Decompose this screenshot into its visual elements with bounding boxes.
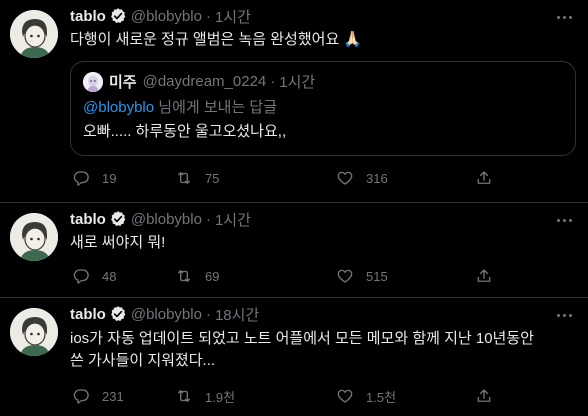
more-icon[interactable] xyxy=(552,10,576,24)
separator-dot: · xyxy=(205,305,211,323)
share-button[interactable] xyxy=(475,386,493,406)
tweet-header: tablo @blobyblo · 1시간 xyxy=(70,209,251,229)
author-name[interactable]: tablo xyxy=(70,211,106,228)
like-count: 515 xyxy=(366,268,388,284)
avatar[interactable] xyxy=(10,10,58,58)
author-handle[interactable]: @blobyblo xyxy=(131,8,202,25)
separator-dot: · xyxy=(270,73,276,90)
like-button[interactable]: 515 xyxy=(336,266,388,286)
quote-avatar xyxy=(83,71,103,92)
retweet-count: 69 xyxy=(205,268,220,284)
retweet-icon xyxy=(178,390,190,402)
reply-button[interactable]: 19 xyxy=(72,168,116,188)
author-name[interactable]: tablo xyxy=(70,8,106,25)
action-bar: 19 75 316 xyxy=(70,168,500,188)
heart-icon xyxy=(337,389,353,403)
tweet-text-line: 쓴 가사들이 지워졌다... xyxy=(70,352,216,369)
tweet-text: 새로 써야지 뭐! xyxy=(70,234,166,251)
retweet-button[interactable]: 69 xyxy=(175,266,219,286)
retweet-button[interactable]: 75 xyxy=(175,168,219,188)
reply-icon xyxy=(73,389,89,404)
share-icon xyxy=(477,389,491,402)
tweet-text: ios가 자동 업데이트 되었고 노트 어플에서 모든 메모와 함께 지난 10… xyxy=(70,328,575,372)
verified-badge-icon xyxy=(110,8,126,23)
verified-badge-icon xyxy=(110,306,126,321)
mention-link[interactable]: @blobyblo xyxy=(83,99,154,116)
heart-icon xyxy=(337,269,353,283)
share-icon xyxy=(477,171,491,184)
quoted-tweet[interactable]: 미주 @daydream_0224 · 1시간 @blobyblo 님에게 보내… xyxy=(70,61,576,156)
quote-text: 오빠..... 하루동안 울고오셨나요,, xyxy=(83,123,287,140)
reply-button[interactable]: 231 xyxy=(72,386,124,406)
retweet-count: 1.9천 xyxy=(205,389,236,405)
tweet-header: tablo @blobyblo · 1시간 xyxy=(70,6,251,26)
timestamp[interactable]: 1시간 xyxy=(215,6,251,27)
tweet-header: tablo @blobyblo · 18시간 xyxy=(70,304,259,324)
retweet-button[interactable]: 1.9천 xyxy=(175,386,235,406)
tweet[interactable]: tablo @blobyblo · 1시간 다행이 새로운 정규 앨범은 녹음 … xyxy=(0,0,588,203)
tweet[interactable]: tablo @blobyblo · 1시간 새로 써야지 뭐! 48 69 51… xyxy=(0,203,588,298)
share-button[interactable] xyxy=(475,266,493,286)
quote-header: 미주 @daydream_0224 · 1시간 xyxy=(83,71,315,92)
tweet[interactable]: tablo @blobyblo · 18시간 ios가 자동 업데이트 되었고 … xyxy=(0,298,588,416)
share-button[interactable] xyxy=(475,168,493,188)
heart-icon xyxy=(337,171,353,185)
more-icon[interactable] xyxy=(552,308,576,322)
like-button[interactable]: 316 xyxy=(336,168,388,188)
action-bar: 48 69 515 xyxy=(70,266,500,286)
reply-count: 231 xyxy=(102,388,124,404)
reply-icon xyxy=(73,171,89,186)
more-icon[interactable] xyxy=(552,213,576,227)
quote-author-name: 미주 xyxy=(109,74,137,91)
timestamp[interactable]: 1시간 xyxy=(215,209,251,230)
retweet-count: 75 xyxy=(205,170,220,186)
reply-context: @blobyblo 님에게 보내는 답글 xyxy=(83,96,277,117)
reply-icon xyxy=(73,269,89,284)
author-handle[interactable]: @blobyblo xyxy=(131,211,202,228)
tweet-text: 다행이 새로운 정규 앨범은 녹음 완성했어요 🙏🏻 xyxy=(70,31,363,48)
like-count: 1.5천 xyxy=(366,389,397,405)
action-bar: 231 1.9천 1.5천 xyxy=(70,386,500,406)
reply-count: 19 xyxy=(102,170,117,186)
author-name[interactable]: tablo xyxy=(70,306,106,323)
quote-timestamp: 1시간 xyxy=(279,74,316,91)
author-handle[interactable]: @blobyblo xyxy=(131,306,202,323)
like-count: 316 xyxy=(366,170,388,186)
timestamp[interactable]: 18시간 xyxy=(215,304,259,325)
separator-dot: · xyxy=(205,210,211,228)
reply-context-label: 님에게 보내는 답글 xyxy=(154,99,278,116)
like-button[interactable]: 1.5천 xyxy=(336,386,396,406)
retweet-icon xyxy=(178,172,190,184)
share-icon xyxy=(477,269,491,282)
verified-badge-icon xyxy=(110,211,126,226)
retweet-icon xyxy=(178,270,190,282)
separator-dot: · xyxy=(205,7,211,25)
reply-count: 48 xyxy=(102,268,117,284)
reply-button[interactable]: 48 xyxy=(72,266,116,286)
avatar[interactable] xyxy=(10,308,58,356)
quote-author-handle: @daydream_0224 xyxy=(142,73,267,90)
avatar[interactable] xyxy=(10,213,58,261)
tweet-text-line: ios가 자동 업데이트 되었고 노트 어플에서 모든 메모와 함께 지난 10… xyxy=(70,330,534,347)
